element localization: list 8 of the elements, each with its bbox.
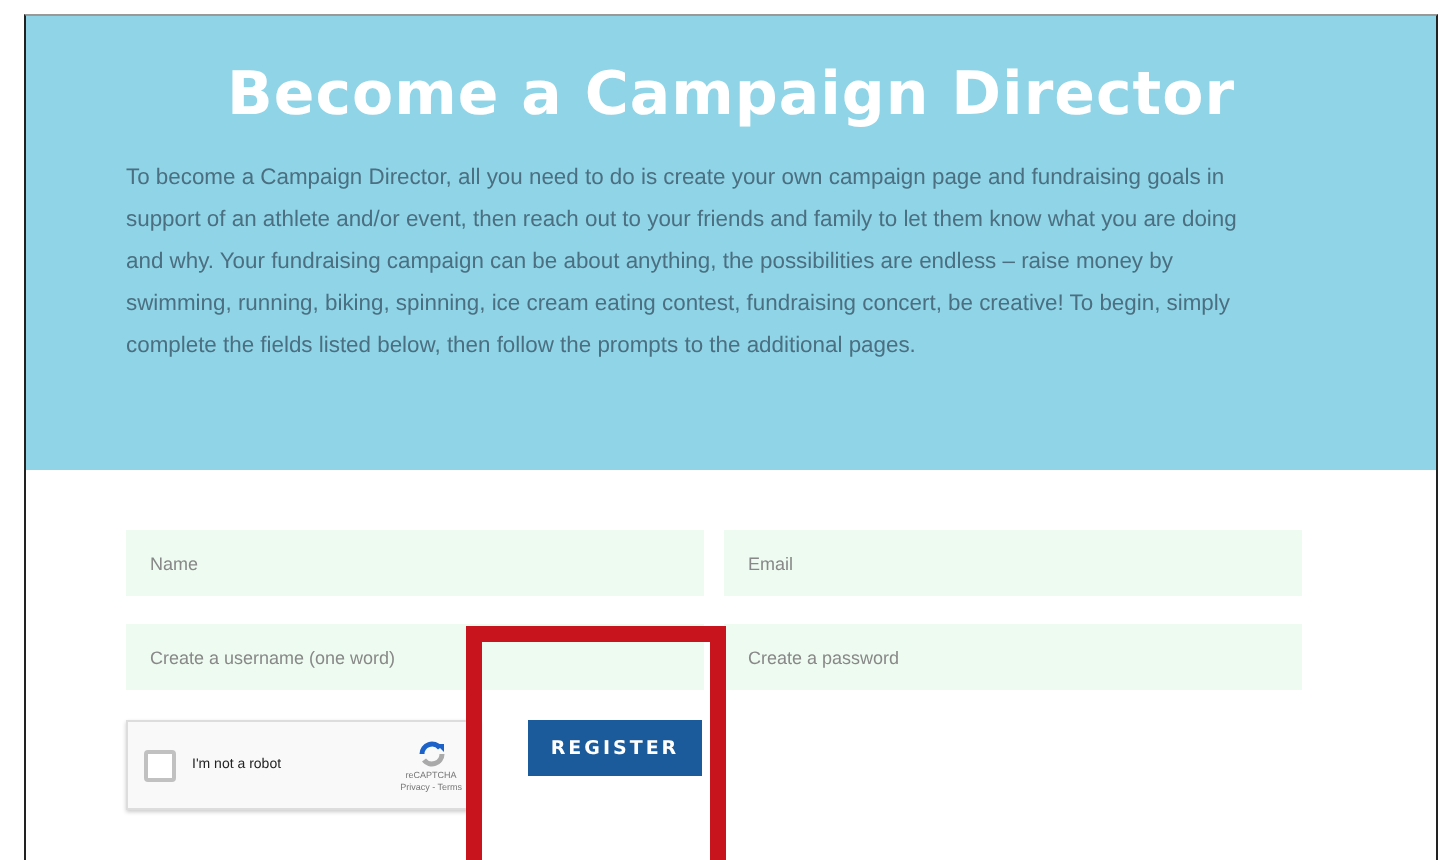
captcha-checkbox[interactable]	[144, 749, 176, 781]
register-button[interactable]: REGISTER	[528, 720, 702, 776]
page-title: Become a Campaign Director	[224, 60, 1237, 130]
input-field[interactable]: Create a password	[724, 624, 1302, 690]
captcha-logo-icon	[415, 739, 448, 767]
input-field[interactable]: Email	[724, 530, 1302, 596]
input-field[interactable]: Name	[126, 530, 704, 596]
intro-paragraph: To become a Campaign Director, all you need to do is create your own campaign page and fundraising goals in support of an athlete and/or event, then reach out to your friends and family to let them know what you are doing and why. Your fundraising campaign can be about anything, the possibilities are endless – raise money by swimming, running, biking, spinning, ice cream eating contest, fundraising concert, be creative! To begin, simply complete the fields listed below, then follow the prompts to the additional pages.	[126, 164, 1239, 362]
